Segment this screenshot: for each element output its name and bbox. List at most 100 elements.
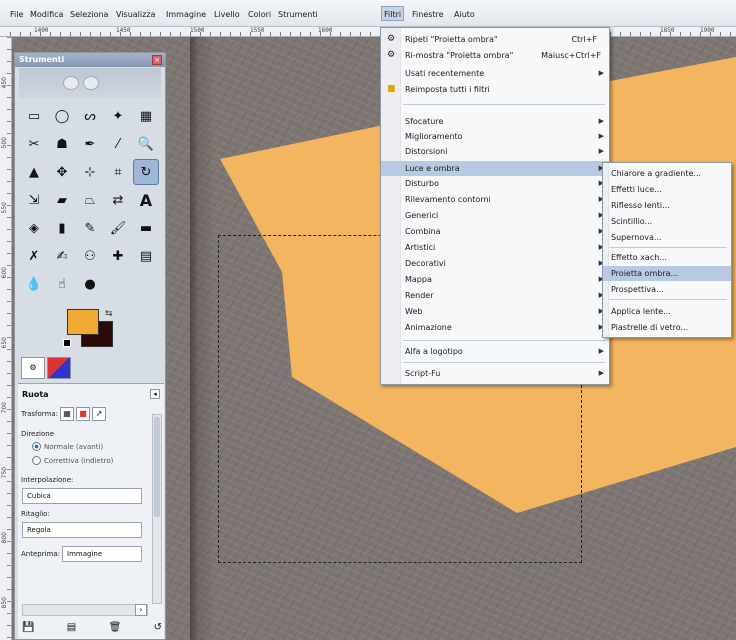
restore-options-icon[interactable]: ▤ xyxy=(67,622,76,633)
scale-icon[interactable]: ⇲ xyxy=(21,187,47,213)
blur-icon[interactable]: 💧 xyxy=(21,271,47,297)
menu-item-drop-shadow[interactable]: Proietta ombra... xyxy=(603,266,731,281)
blend-icon[interactable]: ▮ xyxy=(49,215,75,241)
menu-item-reset-all[interactable]: ■ Reimposta tutti i filtri xyxy=(381,82,609,97)
delete-options-icon[interactable]: 🗑 xyxy=(109,622,122,633)
menu-item-perspective[interactable]: Prospettiva... xyxy=(603,282,731,297)
zoom-icon[interactable]: 🔍 xyxy=(133,131,159,157)
menu-immagine[interactable]: Immagine xyxy=(164,7,208,22)
perspective-icon[interactable]: ⏢ xyxy=(77,187,103,213)
move-icon[interactable]: ✥ xyxy=(49,159,75,185)
menu-strumenti[interactable]: Strumenti xyxy=(276,7,320,22)
ellipse-select-icon[interactable]: ◯ xyxy=(49,103,75,129)
rect-select-icon[interactable]: ▭ xyxy=(21,103,47,129)
pencil-icon[interactable]: ✎ xyxy=(77,215,103,241)
clone-icon[interactable]: ⚇ xyxy=(77,243,103,269)
text-icon[interactable]: A xyxy=(133,187,159,213)
menu-item-sfocature[interactable]: Sfocature ▶ xyxy=(381,114,609,129)
menu-item-lighting-effects[interactable]: Effetti luce... xyxy=(603,182,731,197)
foreground-color-swatch[interactable] xyxy=(67,309,99,335)
menu-seleziona[interactable]: Seleziona xyxy=(68,7,110,22)
free-select-icon[interactable]: ᔕ xyxy=(77,103,103,129)
rotate-icon[interactable]: ↻ xyxy=(133,159,159,185)
tool-options-tab-icon[interactable]: ⚙ xyxy=(21,357,45,379)
menu-item-animazione[interactable]: Animazione▶ xyxy=(381,320,609,335)
wilber-drop-area[interactable] xyxy=(19,68,161,98)
perspective-clone-icon[interactable]: ▤ xyxy=(133,243,159,269)
airbrush-icon[interactable]: ✗ xyxy=(21,243,47,269)
menu-item-luce-ombra[interactable]: Luce e ombra▶ xyxy=(381,161,609,176)
direction-normal-radio[interactable]: Normale (avanti) xyxy=(32,442,103,451)
crop-icon[interactable]: ⌗ xyxy=(105,159,131,185)
menu-file[interactable]: File xyxy=(8,7,25,22)
menu-item-rilevamento[interactable]: Rilevamento contorni▶ xyxy=(381,192,609,207)
close-icon[interactable]: × xyxy=(152,55,162,65)
menu-item-script-fu[interactable]: Script-Fu ▶ xyxy=(381,366,609,381)
menu-item-glass-tile[interactable]: Piastrelle di vetro... xyxy=(603,320,731,335)
menu-item-reshow[interactable]: ⚙ Ri-mostra "Proietta ombra" Maiusc+Ctrl+F xyxy=(381,48,609,63)
vertical-ruler[interactable]: 450 500 550 600 650 700 750 800 850 xyxy=(0,37,12,640)
menu-item-alfa-logotipo[interactable]: Alfa a logotipo ▶ xyxy=(381,344,609,359)
align-icon[interactable]: ⊹ xyxy=(77,159,103,185)
scissors-icon[interactable]: ✂ xyxy=(21,131,47,157)
scroll-right-icon[interactable]: › xyxy=(135,604,147,616)
menu-item-xach-effect[interactable]: Effetto xach... xyxy=(603,250,731,265)
menu-finestre[interactable]: Finestre xyxy=(410,7,446,22)
transform-path-icon[interactable]: ↗ xyxy=(92,407,106,421)
menu-item-supernova[interactable]: Supernova... xyxy=(603,230,731,245)
menu-item-gradient-flare[interactable]: Chiarore a gradiente... xyxy=(603,166,731,181)
menu-visualizza[interactable]: Visualizza xyxy=(114,7,157,22)
menu-item-disturbo[interactable]: Disturbo▶ xyxy=(381,176,609,191)
options-vertical-scrollbar[interactable] xyxy=(152,414,162,604)
paths-icon[interactable]: ✒ xyxy=(77,131,103,157)
reset-colors-icon[interactable] xyxy=(63,339,71,347)
menu-livello[interactable]: Livello xyxy=(212,7,242,22)
panel-menu-icon[interactable]: ◂ xyxy=(150,389,160,399)
dodge-burn-icon[interactable]: ● xyxy=(77,271,103,297)
menu-item-sparkle[interactable]: Scintillio... xyxy=(603,214,731,229)
transform-selection-icon[interactable]: ■ xyxy=(76,407,90,421)
preview-select[interactable]: Immagine xyxy=(62,546,142,562)
menu-item-mappa[interactable]: Mappa▶ xyxy=(381,272,609,287)
menu-item-repeat[interactable]: ⚙ Ripeti "Proietta ombra" Ctrl+F xyxy=(381,32,609,47)
color-picker-icon[interactable]: ⁄ xyxy=(105,131,131,157)
menu-item-render[interactable]: Render▶ xyxy=(381,288,609,303)
menu-item-miglioramento[interactable]: Miglioramento ▶ xyxy=(381,129,609,144)
shear-icon[interactable]: ▰ xyxy=(49,187,75,213)
ink-icon[interactable]: ✍ xyxy=(49,243,75,269)
heal-icon[interactable]: ✚ xyxy=(105,243,131,269)
fuzzy-select-icon[interactable]: ✦ xyxy=(105,103,131,129)
reset-options-icon[interactable]: ↺ xyxy=(154,622,162,633)
swap-colors-icon[interactable]: ⇆ xyxy=(105,309,113,319)
menu-modifica[interactable]: Modifica xyxy=(28,7,65,22)
interpolation-select[interactable]: Cubica xyxy=(22,488,142,504)
menu-item-decorativi[interactable]: Decorativi▶ xyxy=(381,256,609,271)
menu-item-distorsioni[interactable]: Distorsioni ▶ xyxy=(381,144,609,159)
foreground-select-icon[interactable]: ☗ xyxy=(49,131,75,157)
transform-layer-icon[interactable]: ▦ xyxy=(60,407,74,421)
scroll-thumb[interactable] xyxy=(154,417,160,517)
menu-aiuto[interactable]: Aiuto xyxy=(452,7,477,22)
smudge-icon[interactable]: ☝ xyxy=(49,271,75,297)
menu-item-recent[interactable]: Usati recentemente ▶ xyxy=(381,66,609,81)
menu-item-artistici[interactable]: Artistici▶ xyxy=(381,240,609,255)
menu-item-generici[interactable]: Generici▶ xyxy=(381,208,609,223)
eraser-icon[interactable]: ▬ xyxy=(133,215,159,241)
menu-item-web[interactable]: Web▶ xyxy=(381,304,609,319)
paintbrush-icon[interactable]: 🖌 xyxy=(105,215,131,241)
menu-item-combina[interactable]: Combina▶ xyxy=(381,224,609,239)
horizontal-ruler[interactable]: 1400 1450 1500 1550 1600 1850 1900 xyxy=(0,27,736,37)
color-select-icon[interactable]: ▦ xyxy=(133,103,159,129)
device-status-tab-icon[interactable] xyxy=(47,357,71,379)
clipping-select[interactable]: Regola xyxy=(22,522,142,538)
menu-colori[interactable]: Colori xyxy=(246,7,273,22)
direction-corrective-radio[interactable]: Correttiva (indietro) xyxy=(32,456,113,465)
menu-item-apply-lens[interactable]: Applica lente... xyxy=(603,304,731,319)
bucket-fill-icon[interactable]: ◈ xyxy=(21,215,47,241)
flip-icon[interactable]: ⇄ xyxy=(105,187,131,213)
menu-filtri[interactable]: Filtri xyxy=(381,6,405,21)
options-horizontal-scrollbar[interactable]: › xyxy=(22,604,148,616)
measure-icon[interactable]: ▲ xyxy=(21,159,47,185)
menu-item-lens-flare[interactable]: Riflesso lenti... xyxy=(603,198,731,213)
save-options-icon[interactable]: 💾 xyxy=(22,622,34,633)
